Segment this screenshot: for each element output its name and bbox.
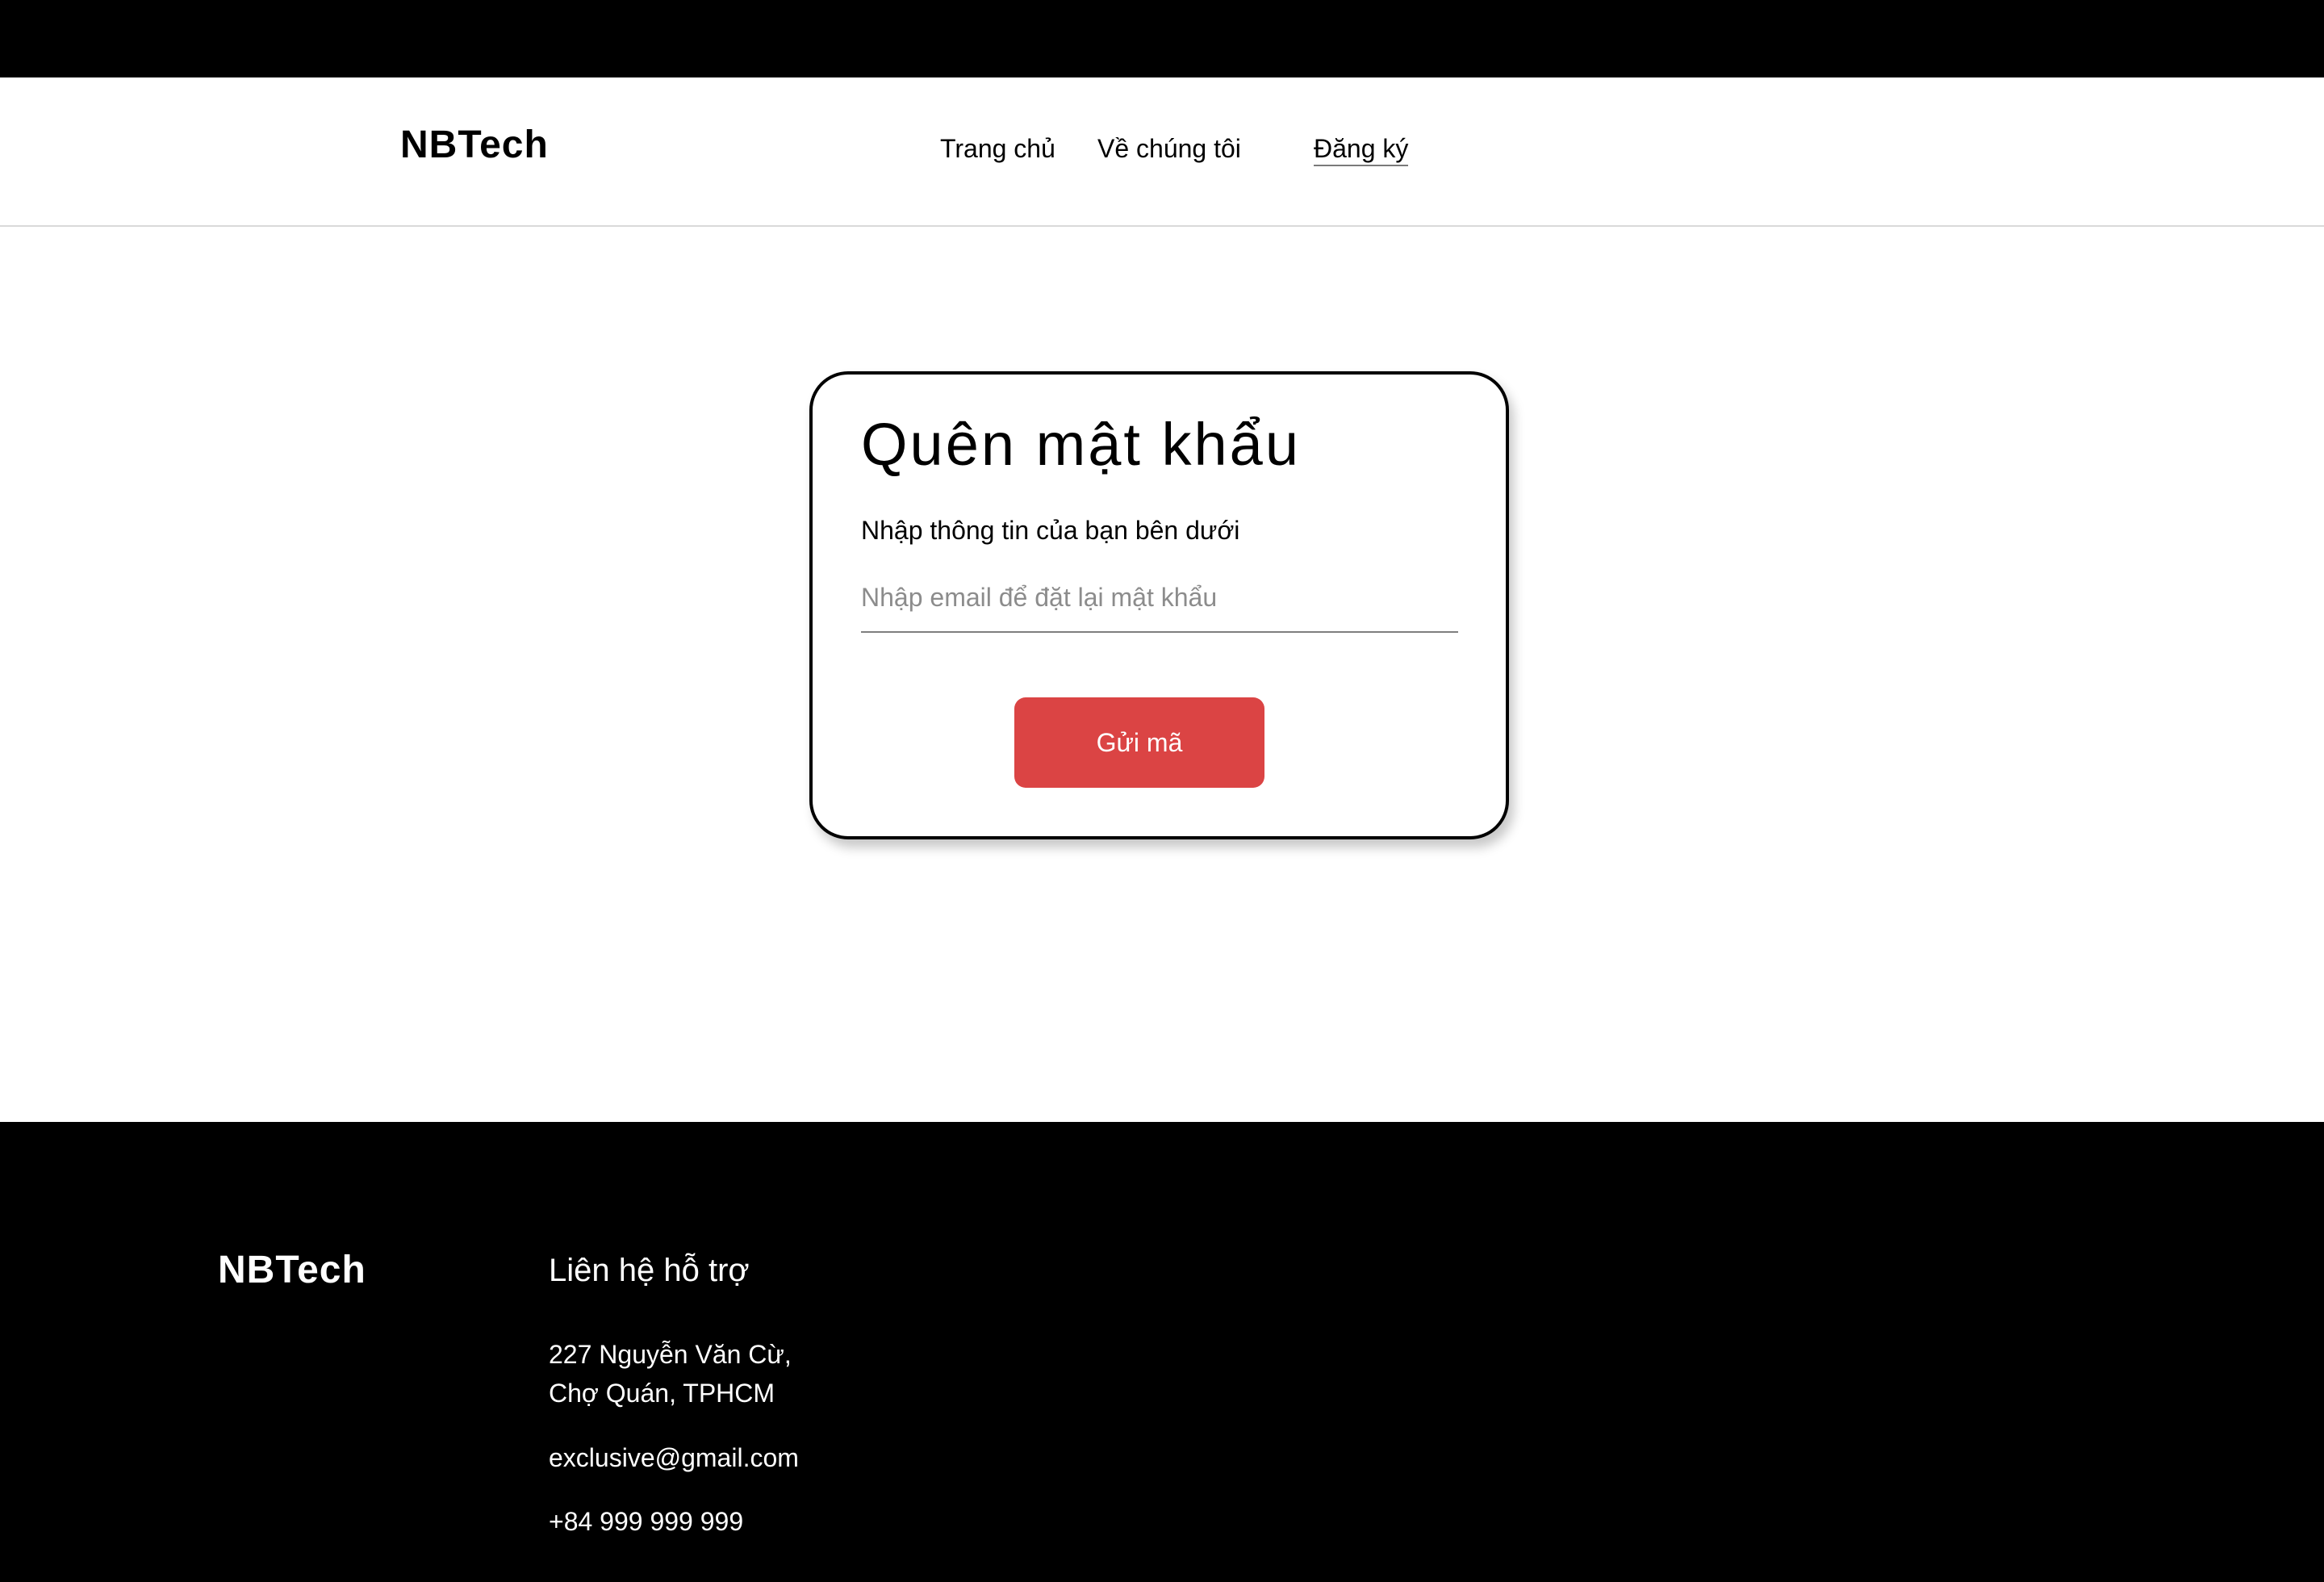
email-field[interactable] — [861, 572, 1458, 633]
page-title: Quên mật khẩu — [861, 411, 1301, 478]
site-logo[interactable]: NBTech — [400, 126, 549, 165]
form-subtitle: Nhập thông tin của bạn bên dưới — [861, 516, 1240, 545]
footer-address-line1: 227 Nguyễn Văn Cừ, — [549, 1340, 792, 1369]
site-header: NBTech Trang chủ Về chúng tôi Đăng ký — [0, 77, 2324, 227]
nav-link-home[interactable]: Trang chủ — [940, 136, 1055, 161]
nav-link-about[interactable]: Về chúng tôi — [1097, 136, 1241, 161]
footer-contact-heading: Liên hệ hỗ trợ — [549, 1253, 750, 1288]
footer-address-line2: Chợ Quán, TPHCM — [549, 1379, 775, 1408]
site-footer: NBTech Liên hệ hỗ trợ 227 Nguyễn Văn Cừ,… — [0, 1122, 2324, 1582]
footer-phone[interactable]: +84 999 999 999 — [549, 1502, 743, 1541]
forgot-password-card: Quên mật khẩu Nhập thông tin của bạn bên… — [809, 371, 1509, 839]
send-code-button[interactable]: Gửi mã — [1014, 697, 1264, 788]
footer-logo: NBTech — [218, 1249, 366, 1291]
nav-link-register[interactable]: Đăng ký — [1314, 136, 1409, 166]
top-banner-bar — [0, 0, 2324, 77]
footer-email[interactable]: exclusive@gmail.com — [549, 1438, 799, 1477]
